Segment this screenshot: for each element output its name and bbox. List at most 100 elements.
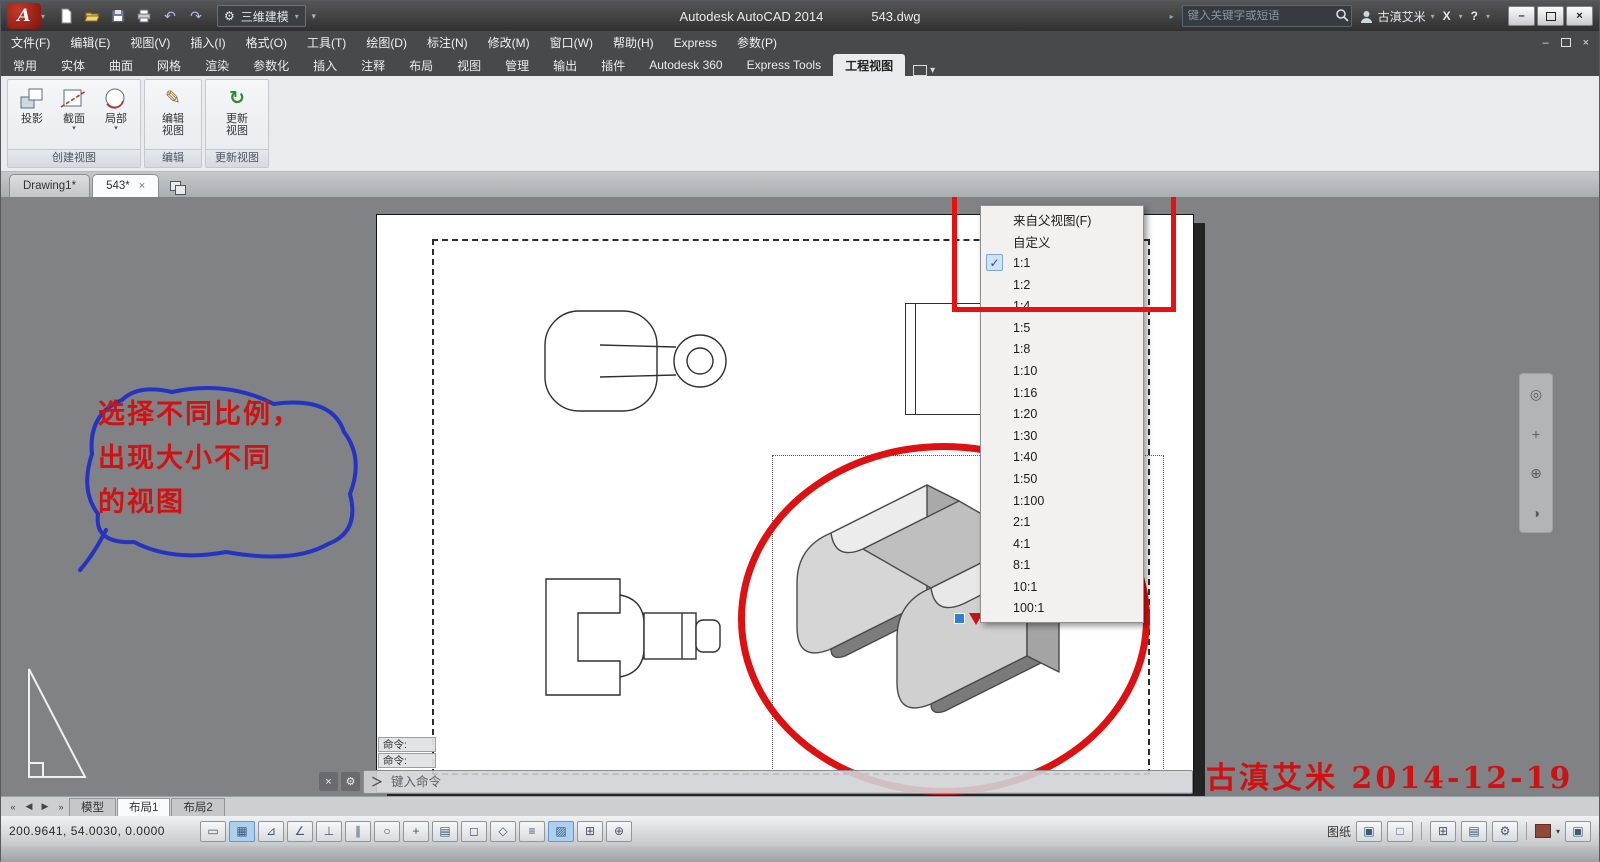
menu-dimension[interactable]: 标注(N) [417,31,478,54]
menu-item[interactable]: 2:1 [981,511,1143,533]
menu-item[interactable]: 1:40 [981,447,1143,469]
ortho-toggle[interactable]: ⊥ [316,821,342,842]
chevron-down-icon[interactable]: ▾ [1459,12,1463,21]
tab-model[interactable]: 模型 [69,798,116,816]
isolate-objects-icon[interactable] [1535,824,1551,838]
ribbon-tab-plugins[interactable]: 插件 [589,54,637,76]
menu-item[interactable]: 1:10 [981,360,1143,382]
annotation-monitor-toggle[interactable]: ⊞ [577,821,603,842]
update-view-button[interactable]: ↻ 更新视图 [215,84,259,139]
mdi-close-icon[interactable]: × [1583,37,1589,49]
menu-window[interactable]: 窗口(W) [540,31,603,54]
orbit-icon[interactable]: ◑ [1532,505,1540,521]
menu-item[interactable]: 1:20 [981,403,1143,425]
menu-item[interactable]: 10:1 [981,576,1143,598]
ribbon-tab-solid[interactable]: 实体 [49,54,97,76]
menu-item[interactable]: 100:1 [981,598,1143,620]
ribbon-tab-manage[interactable]: 管理 [493,54,541,76]
tab-layout2[interactable]: 布局2 [171,798,224,816]
menu-item[interactable]: 1:5 [981,317,1143,339]
section-view-button[interactable]: 截面 ▾ [54,84,94,134]
save-button[interactable] [107,6,129,26]
selection-cycling-toggle[interactable]: ▨ [548,821,574,842]
layout-prev-button[interactable]: ◀ [21,799,37,814]
mdi-minimize-icon[interactable]: – [1542,37,1548,49]
object-snap-tracking-toggle[interactable]: ∥ [345,821,371,842]
projected-view-button[interactable]: 投影 [12,84,52,127]
restore-button[interactable] [1537,6,1564,26]
search-input[interactable] [1183,10,1335,22]
qat-overflow-button[interactable]: ▾ [306,6,322,26]
menu-item[interactable]: 1:100 [981,490,1143,512]
help-icon[interactable]: ? [1471,10,1478,22]
dynamic-input-toggle[interactable]: ◻ [461,821,487,842]
paper-model-label[interactable]: 图纸 [1327,823,1351,840]
ribbon-tab-view[interactable]: 视图 [445,54,493,76]
transparency-toggle[interactable]: ≡ [519,821,545,842]
new-drawing-button[interactable] [167,178,191,197]
toolbar-lock-button[interactable]: ⚙ [1492,821,1518,842]
clean-screen-button[interactable]: ▣ [1565,821,1591,842]
menu-draw[interactable]: 绘图(D) [356,31,417,54]
undo-button[interactable]: ↶ [159,6,181,26]
ribbon-tab-output[interactable]: 输出 [541,54,589,76]
annotation-scale-button[interactable]: ⊞ [1430,821,1456,842]
ribbon-tab-home[interactable]: 常用 [1,54,49,76]
new-button[interactable] [55,6,77,26]
ortho-view-bottom-left[interactable] [542,573,737,703]
menu-format[interactable]: 格式(O) [236,31,297,54]
menu-express[interactable]: Express [664,31,727,54]
ribbon-tab-insert[interactable]: 插入 [301,54,349,76]
menu-item[interactable]: 1:30 [981,425,1143,447]
ribbon-tab-render[interactable]: 渲染 [193,54,241,76]
menu-item[interactable]: 1:16 [981,382,1143,404]
dynamic-ucs-toggle[interactable]: ▤ [432,821,458,842]
redo-button[interactable]: ↷ [185,6,207,26]
file-tab-drawing1[interactable]: Drawing1* [9,174,90,197]
menu-item[interactable]: 8:1 [981,555,1143,577]
detail-view-button[interactable]: 局部 ▾ [96,84,136,134]
chevron-down-icon[interactable]: ▾ [1486,12,1490,21]
signin-button[interactable]: 古滇艾米 ▾ [1360,8,1435,25]
app-menu-caret-icon[interactable]: ▾ [41,12,45,21]
layout-last-button[interactable]: » [53,799,69,814]
help-search-box[interactable] [1182,5,1352,27]
pan-icon[interactable]: + [1532,426,1540,442]
polar-tracking-toggle[interactable]: ∠ [287,821,313,842]
ribbon-tab-drawing-views[interactable]: 工程视图 [833,54,905,76]
edit-view-button[interactable]: ✎ 编辑视图 [151,84,195,139]
ribbon-display-toggle[interactable]: ▾ [913,65,935,76]
command-input-wrap[interactable]: ＞ [363,770,1193,794]
infer-constraints-toggle[interactable]: ▭ [200,821,226,842]
ortho-view-top-left[interactable] [542,301,737,421]
snap-toggle[interactable]: ⊿ [258,821,284,842]
ribbon-tab-annotate[interactable]: 注释 [349,54,397,76]
command-input[interactable] [389,774,1185,790]
infocenter-collapse-icon[interactable]: ▸ [1170,12,1174,21]
ribbon-tab-mesh[interactable]: 网格 [145,54,193,76]
minimize-button[interactable]: – [1508,6,1535,26]
ribbon-tab-parametric[interactable]: 参数化 [241,54,301,76]
workspace-switch-button[interactable]: ▤ [1461,821,1487,842]
lineweight-toggle[interactable]: ◇ [490,821,516,842]
ribbon-tab-layout[interactable]: 布局 [397,54,445,76]
menu-edit[interactable]: 编辑(E) [60,31,120,54]
menu-tools[interactable]: 工具(T) [297,31,356,54]
command-close-button[interactable]: × [319,772,338,791]
object-snap-toggle[interactable]: ○ [374,821,400,842]
exchange-apps-icon[interactable]: X [1443,10,1451,22]
menu-file[interactable]: 文件(F) [1,31,60,54]
autocad-logo-icon[interactable]: A [7,3,41,29]
open-button[interactable] [81,6,103,26]
close-button[interactable]: × [1566,6,1593,26]
quick-properties-toggle[interactable]: ⊕ [606,821,632,842]
menu-insert[interactable]: 插入(I) [180,31,235,54]
menu-modify[interactable]: 修改(M) [478,31,540,54]
steering-wheel-icon[interactable]: ◎ [1530,386,1542,403]
menu-item[interactable]: 4:1 [981,533,1143,555]
layout-first-button[interactable]: « [5,799,21,814]
menu-item[interactable]: 1:50 [981,468,1143,490]
layout-next-button[interactable]: ▶ [37,799,53,814]
quick-view-layouts-button[interactable]: ▣ [1356,821,1382,842]
status-menu-caret-icon[interactable]: ▾ [1556,827,1560,836]
